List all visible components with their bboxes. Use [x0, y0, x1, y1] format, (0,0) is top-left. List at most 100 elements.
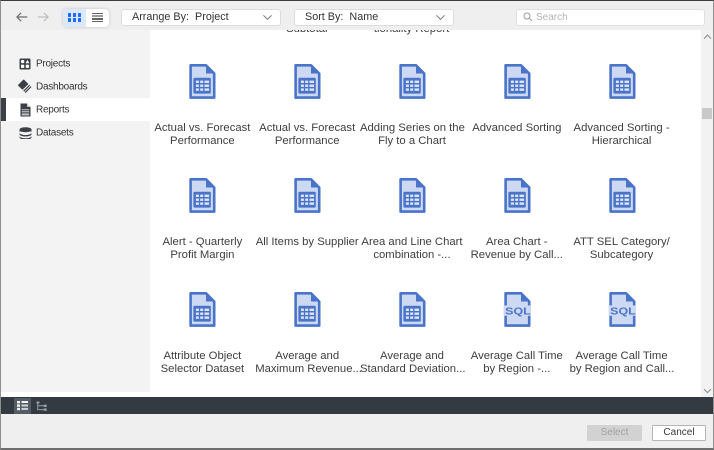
- sql-document-icon: SQL: [608, 292, 636, 327]
- report-item-label-line: Average and: [360, 350, 464, 363]
- report-item[interactable]: Area and Line Chartcombination -...: [360, 178, 465, 262]
- search-input[interactable]: [536, 12, 698, 23]
- cancel-button[interactable]: Cancel: [652, 425, 706, 441]
- sql-document-icon: SQL: [503, 292, 531, 327]
- tree-view-icon: [35, 401, 48, 412]
- report-grid-document-icon: [608, 64, 636, 99]
- report-item-label: Advanced Sorting: [465, 122, 569, 135]
- report-item[interactable]: All Items by Supplier: [255, 178, 360, 262]
- report-item-label: Area and Line Chartcombination -...: [360, 236, 464, 262]
- sidebar-item-label: Dashboards: [36, 81, 87, 92]
- reports-grid: Actual vs. ForecastPerformanceActual vs.…: [150, 30, 701, 398]
- back-button[interactable]: [15, 10, 29, 24]
- report-grid-document-icon: [503, 64, 531, 99]
- report-item-label-line: Selector Dataset: [150, 363, 254, 376]
- report-item[interactable]: ATT SEL Category/Subcategory: [569, 178, 674, 262]
- sidebar-item-projects[interactable]: Projects: [1, 52, 150, 75]
- report-item[interactable]: Average andMaximum Revenue...: [255, 292, 360, 376]
- report-item[interactable]: Attribute ObjectSelector Dataset: [150, 292, 255, 376]
- scrollbar-thumb[interactable]: [702, 108, 712, 119]
- chevron-down-icon: [435, 14, 446, 21]
- bottom-toolbar: [1, 397, 713, 414]
- scroll-up-arrow[interactable]: [701, 31, 713, 43]
- report-item[interactable]: SQL Average Call Timeby Region -...: [464, 292, 569, 376]
- sort-by-dropdown[interactable]: Sort By: Name: [294, 9, 454, 26]
- sort-by-label: Sort By:: [305, 11, 343, 23]
- report-item-label-line: by Region and Call...: [570, 363, 674, 376]
- arrow-right-icon: [36, 10, 50, 24]
- report-item-label-line: Advanced Sorting: [465, 122, 569, 135]
- arrange-by-dropdown[interactable]: Arrange By: Project: [121, 9, 281, 26]
- report-item-label-line: Subcategory: [570, 249, 674, 262]
- grid-row: Attribute ObjectSelector DatasetAverage …: [150, 292, 674, 376]
- report-item-label: Actual vs. ForecastPerformance: [255, 122, 359, 148]
- sidebar-item-label: Datasets: [36, 127, 73, 138]
- report-item[interactable]: Average andStandard Deviation...: [360, 292, 465, 376]
- report-item-label: Adding Series on theFly to a Chart: [360, 122, 464, 148]
- report-grid-document-icon: [293, 178, 321, 213]
- report-item-label-line: ATT SEL Category/: [570, 236, 674, 249]
- report-item-label-line: Area Chart -: [465, 236, 569, 249]
- list-view-icon: [16, 400, 29, 411]
- arrange-by-value: Project: [195, 11, 229, 23]
- sidebar-item-label: Projects: [36, 58, 70, 69]
- report-grid-document-icon: [503, 178, 531, 213]
- report-item-label-line: Average Call Time: [465, 350, 569, 363]
- report-item-label-line: Standard Deviation...: [360, 363, 464, 376]
- arrow-left-icon: [15, 10, 29, 24]
- report-item[interactable]: Area Chart -Revenue by Call...: [464, 178, 569, 262]
- report-item-label-line: Alert - Quarterly: [150, 236, 254, 249]
- report-item-label: Average Call Timeby Region -...: [465, 350, 569, 376]
- report-grid-document-icon: [398, 178, 426, 213]
- display-tree-view-button[interactable]: [34, 400, 49, 412]
- report-item-label: Alert - QuarterlyProfit Margin: [150, 236, 254, 262]
- forward-button[interactable]: [36, 10, 50, 24]
- select-button[interactable]: Select: [587, 425, 642, 441]
- report-item[interactable]: Advanced Sorting -Hierarchical: [569, 64, 674, 148]
- main-area: Actual vs. ForecastPerformanceActual vs.…: [1, 30, 713, 398]
- report-item[interactable]: Alert - QuarterlyProfit Margin: [150, 178, 255, 262]
- open-report-dialog: Arrange By: Project Sort By: Name Actual…: [0, 0, 714, 450]
- report-item[interactable]: Actual vs. ForecastPerformance: [150, 64, 255, 148]
- chevron-down-icon: [703, 388, 712, 394]
- reports-icon: [18, 103, 32, 117]
- report-item[interactable]: SQL Average Call Timeby Region and Call..…: [569, 292, 674, 376]
- report-grid-document-icon: [293, 64, 321, 99]
- sidebar-item-label: Reports: [36, 104, 69, 115]
- footer: Select Cancel: [1, 414, 713, 448]
- scroll-down-arrow[interactable]: [701, 385, 713, 397]
- sidebar-item-reports[interactable]: Reports: [1, 98, 150, 121]
- arrange-by-label: Arrange By:: [132, 11, 189, 23]
- list-view-icon: [92, 13, 103, 23]
- grid-row: Actual vs. ForecastPerformanceActual vs.…: [150, 64, 674, 148]
- report-item-label-line: Maximum Revenue...: [255, 363, 359, 376]
- report-grid-document-icon: [188, 292, 216, 327]
- report-item[interactable]: Advanced Sorting: [464, 64, 569, 148]
- sidebar: Projects Dashboards Reports Datasets: [1, 30, 150, 392]
- display-list-view-button[interactable]: [14, 398, 31, 414]
- search-box: [516, 9, 705, 26]
- report-item-label-line: by Region -...: [465, 363, 569, 376]
- report-item-label-line: Advanced Sorting -: [570, 122, 674, 135]
- clipped-report-item-label: Subtotal: [255, 30, 359, 36]
- report-item-label-line: Average Call Time: [570, 350, 674, 363]
- report-item[interactable]: Adding Series on theFly to a Chart: [360, 64, 465, 148]
- report-item[interactable]: Actual vs. ForecastPerformance: [255, 64, 360, 148]
- report-item-label: Attribute ObjectSelector Dataset: [150, 350, 254, 376]
- projects-icon: [18, 57, 32, 71]
- vertical-scrollbar[interactable]: [701, 30, 713, 398]
- report-item-label-line: Fly to a Chart: [360, 135, 464, 148]
- report-item-label: ATT SEL Category/Subcategory: [570, 236, 674, 262]
- datasets-icon: [18, 126, 32, 140]
- report-item-label-line: Area and Line Chart: [360, 236, 464, 249]
- report-item-label-line: Average and: [255, 350, 359, 363]
- grid-view-button[interactable]: [63, 9, 86, 27]
- report-item-label: Average andMaximum Revenue...: [255, 350, 359, 376]
- view-toggle: [63, 9, 109, 27]
- dashboards-icon: [18, 80, 32, 94]
- sidebar-item-datasets[interactable]: Datasets: [1, 121, 150, 144]
- list-view-button[interactable]: [86, 9, 109, 27]
- report-item-label: All Items by Supplier: [255, 236, 359, 249]
- sidebar-item-dashboards[interactable]: Dashboards: [1, 75, 150, 98]
- report-grid-document-icon: [188, 178, 216, 213]
